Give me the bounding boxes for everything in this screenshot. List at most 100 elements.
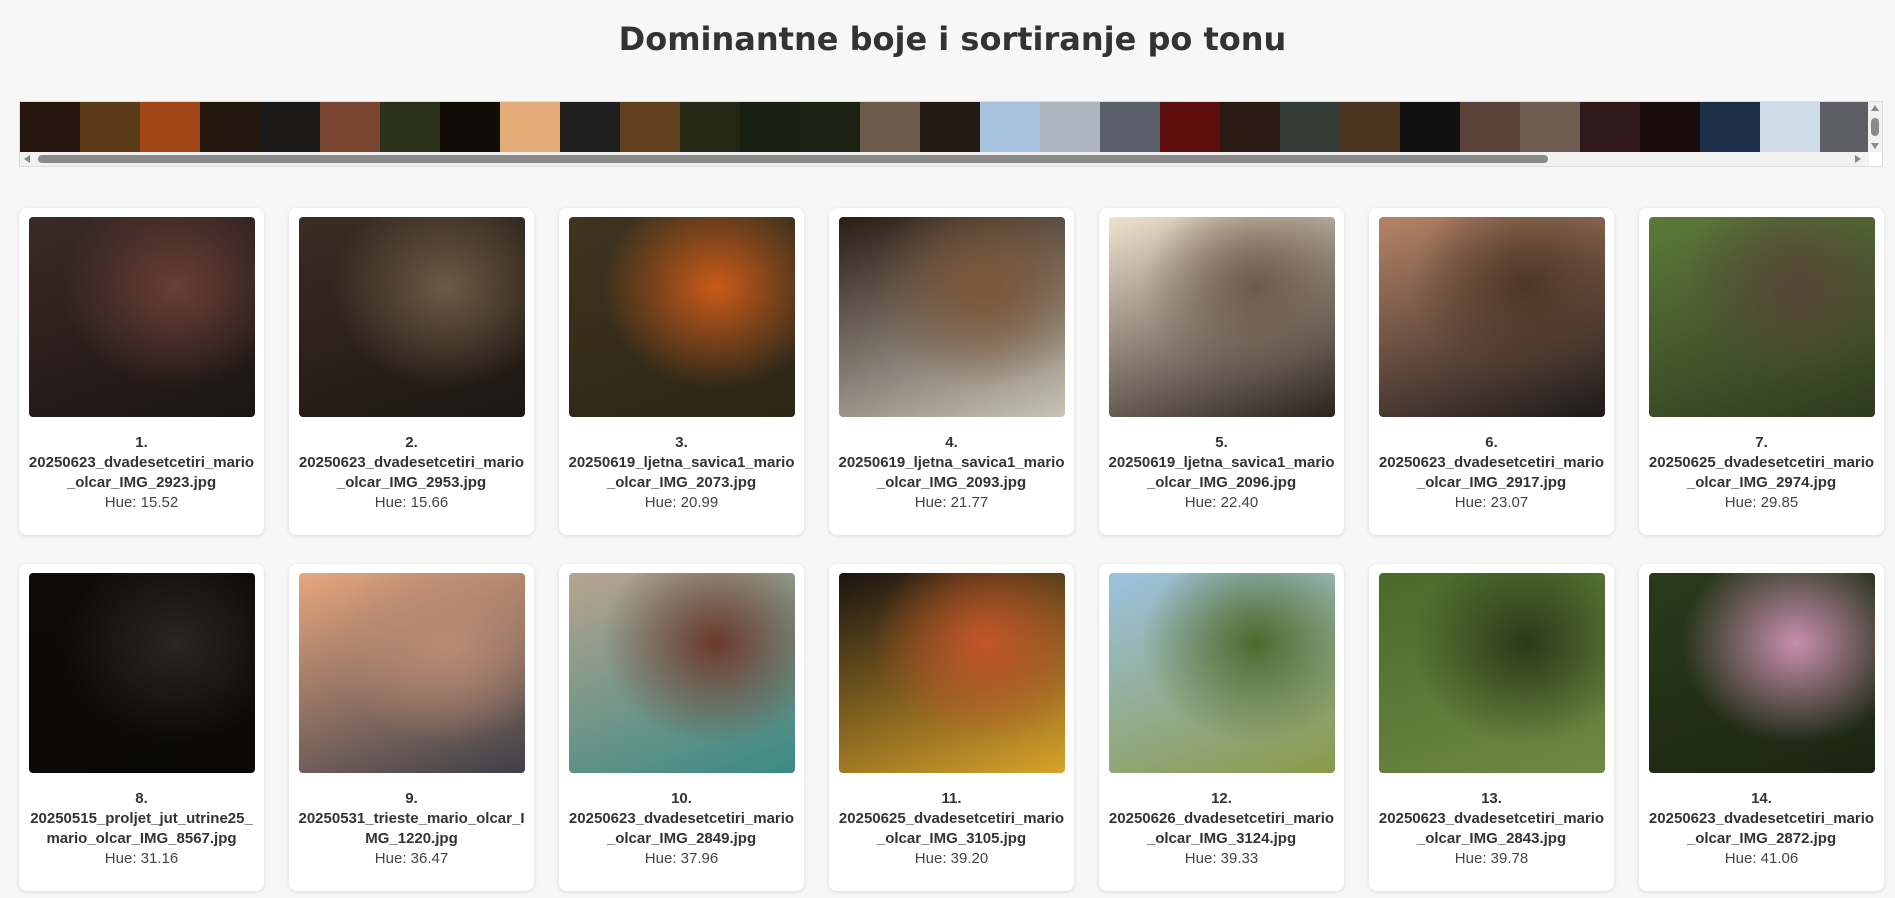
color-swatch	[1040, 102, 1100, 152]
color-swatch	[560, 102, 620, 152]
image-card[interactable]: 2. 20250623_dvadesetcetiri_mario_olcar_IM…	[289, 208, 534, 535]
color-swatch-strip	[20, 102, 1869, 152]
image-index: 2.	[405, 434, 418, 451]
vertical-scrollbar[interactable]	[1868, 102, 1882, 152]
image-index: 4.	[945, 434, 958, 451]
image-filename: 20250623_dvadesetcetiri_mario_olcar_IMG_…	[568, 810, 795, 847]
color-swatch	[920, 102, 980, 152]
color-swatch	[1520, 102, 1580, 152]
color-swatch	[20, 102, 80, 152]
color-swatch	[1160, 102, 1220, 152]
image-index: 8.	[135, 790, 148, 807]
image-hue-value: Hue: 31.16	[104, 850, 179, 867]
color-swatch	[1760, 102, 1820, 152]
color-swatch	[260, 102, 320, 152]
image-thumbnail[interactable]	[838, 217, 1065, 417]
image-hue-value: Hue: 41.06	[1724, 850, 1799, 867]
image-thumbnail[interactable]	[1648, 217, 1875, 417]
image-card[interactable]: 11. 20250625_dvadesetcetiri_mario_olcar_I…	[829, 564, 1074, 891]
image-hue-value: Hue: 39.33	[1184, 850, 1259, 867]
image-filename: 20250515_proljet_jut_utrine25_mario_olca…	[30, 810, 253, 847]
image-hue-value: Hue: 20.99	[644, 494, 719, 511]
image-filename: 20250623_dvadesetcetiri_mario_olcar_IMG_…	[1378, 454, 1605, 491]
horizontal-scroll-thumb[interactable]	[38, 155, 1548, 163]
image-filename: 20250619_ljetna_savica1_mario_olcar_IMG_…	[838, 454, 1065, 491]
image-filename: 20250625_dvadesetcetiri_mario_olcar_IMG_…	[1648, 454, 1875, 491]
image-thumbnail[interactable]	[1648, 573, 1875, 773]
image-hue-value: Hue: 29.85	[1724, 494, 1799, 511]
image-thumbnail[interactable]	[28, 573, 255, 773]
image-hue-value: Hue: 39.78	[1454, 850, 1529, 867]
scroll-right-arrow-icon[interactable]	[1855, 155, 1861, 163]
image-index: 9.	[405, 790, 418, 807]
color-swatch	[1280, 102, 1340, 152]
image-thumbnail[interactable]	[298, 573, 525, 773]
color-swatch	[1700, 102, 1760, 152]
image-thumbnail[interactable]	[28, 217, 255, 417]
color-swatch	[1220, 102, 1280, 152]
image-filename: 20250619_ljetna_savica1_mario_olcar_IMG_…	[568, 454, 795, 491]
image-hue-value: Hue: 36.47	[374, 850, 449, 867]
scroll-up-arrow-icon[interactable]	[1871, 105, 1879, 111]
image-card[interactable]: 12. 20250626_dvadesetcetiri_mario_olcar_I…	[1099, 564, 1344, 891]
image-card[interactable]: 14. 20250623_dvadesetcetiri_mario_olcar_I…	[1639, 564, 1884, 891]
color-swatch	[320, 102, 380, 152]
color-swatch	[740, 102, 800, 152]
color-swatch	[1100, 102, 1160, 152]
dominant-colors-palette[interactable]	[19, 101, 1883, 167]
image-hue-value: Hue: 15.52	[104, 494, 179, 511]
image-card[interactable]: 3. 20250619_ljetna_savica1_mario_olcar_IM…	[559, 208, 804, 535]
image-card[interactable]: 5. 20250619_ljetna_savica1_mario_olcar_IM…	[1099, 208, 1344, 535]
image-card[interactable]: 1. 20250623_dvadesetcetiri_mario_olcar_IM…	[19, 208, 264, 535]
color-swatch	[500, 102, 560, 152]
image-thumbnail[interactable]	[568, 573, 795, 773]
image-card[interactable]: 7. 20250625_dvadesetcetiri_mario_olcar_IM…	[1639, 208, 1884, 535]
image-hue-value: Hue: 22.40	[1184, 494, 1259, 511]
scroll-down-arrow-icon[interactable]	[1871, 143, 1879, 149]
image-filename: 20250623_dvadesetcetiri_mario_olcar_IMG_…	[298, 454, 525, 491]
color-swatch	[800, 102, 860, 152]
image-thumbnail[interactable]	[1108, 217, 1335, 417]
image-hue-value: Hue: 15.66	[374, 494, 449, 511]
color-swatch	[1400, 102, 1460, 152]
color-swatch	[440, 102, 500, 152]
image-card[interactable]: 13. 20250623_dvadesetcetiri_mario_olcar_I…	[1369, 564, 1614, 891]
image-thumbnail[interactable]	[1378, 217, 1605, 417]
image-filename: 20250625_dvadesetcetiri_mario_olcar_IMG_…	[838, 810, 1065, 847]
image-grid: 1. 20250623_dvadesetcetiri_mario_olcar_IM…	[19, 208, 1884, 891]
image-index: 6.	[1485, 434, 1498, 451]
image-thumbnail[interactable]	[1378, 573, 1605, 773]
color-swatch	[1820, 102, 1869, 152]
image-card[interactable]: 9. 20250531_trieste_mario_olcar_IMG_1220.…	[289, 564, 534, 891]
color-swatch	[140, 102, 200, 152]
image-hue-value: Hue: 23.07	[1454, 494, 1529, 511]
image-card[interactable]: 6. 20250623_dvadesetcetiri_mario_olcar_IM…	[1369, 208, 1614, 535]
color-swatch	[1460, 102, 1520, 152]
color-swatch	[680, 102, 740, 152]
image-card[interactable]: 4. 20250619_ljetna_savica1_mario_olcar_IM…	[829, 208, 1074, 535]
image-filename: 20250623_dvadesetcetiri_mario_olcar_IMG_…	[28, 454, 255, 491]
image-card[interactable]: 8. 20250515_proljet_jut_utrine25_mario_ol…	[19, 564, 264, 891]
image-hue-value: Hue: 37.96	[644, 850, 719, 867]
image-filename: 20250623_dvadesetcetiri_mario_olcar_IMG_…	[1378, 810, 1605, 847]
image-thumbnail[interactable]	[298, 217, 525, 417]
image-index: 5.	[1215, 434, 1228, 451]
image-index: 12.	[1211, 790, 1232, 807]
color-swatch	[200, 102, 260, 152]
vertical-scroll-thumb[interactable]	[1871, 118, 1879, 136]
scroll-left-arrow-icon[interactable]	[24, 155, 30, 163]
image-index: 11.	[941, 790, 962, 807]
color-swatch	[980, 102, 1040, 152]
image-index: 14.	[1751, 790, 1772, 807]
image-thumbnail[interactable]	[1108, 573, 1335, 773]
image-thumbnail[interactable]	[568, 217, 795, 417]
color-swatch	[1580, 102, 1640, 152]
image-filename: 20250626_dvadesetcetiri_mario_olcar_IMG_…	[1108, 810, 1335, 847]
color-swatch	[1640, 102, 1700, 152]
image-card[interactable]: 10. 20250623_dvadesetcetiri_mario_olcar_I…	[559, 564, 804, 891]
image-thumbnail[interactable]	[838, 573, 1065, 773]
image-filename: 20250619_ljetna_savica1_mario_olcar_IMG_…	[1108, 454, 1335, 491]
image-index: 3.	[675, 434, 688, 451]
image-filename: 20250531_trieste_mario_olcar_IMG_1220.jp…	[298, 810, 525, 847]
horizontal-scrollbar[interactable]	[20, 152, 1869, 166]
